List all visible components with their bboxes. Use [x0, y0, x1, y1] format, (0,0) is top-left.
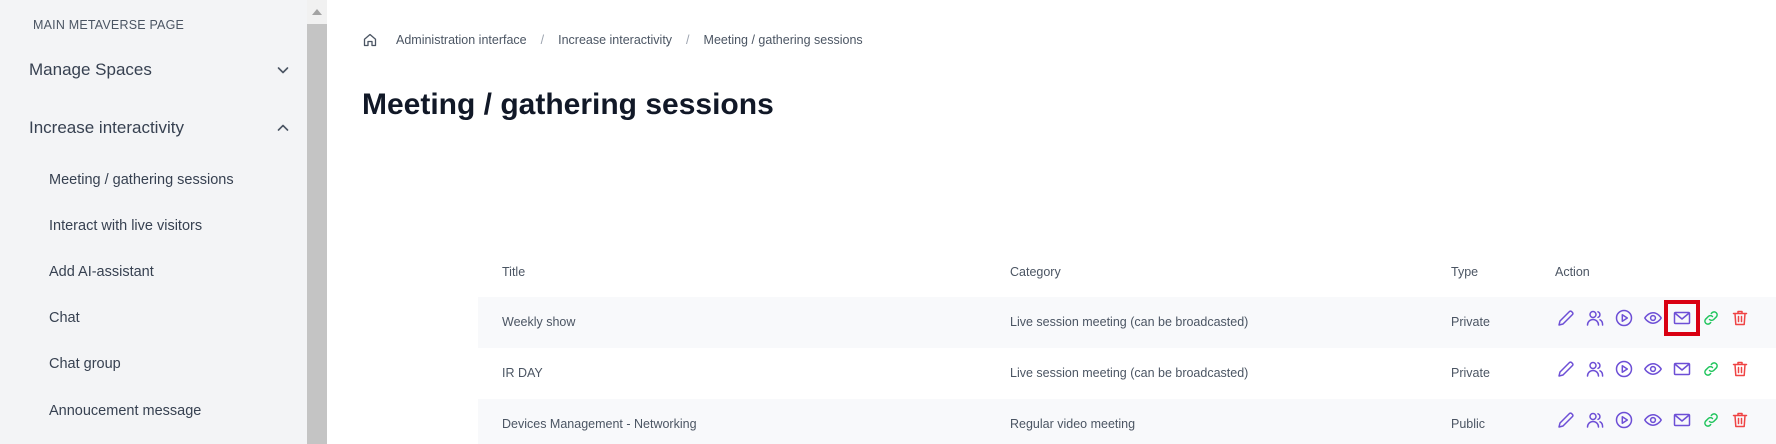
sidebar-item-chat-group[interactable]: Chat group — [49, 356, 121, 372]
row-actions — [1554, 408, 1757, 432]
link-icon[interactable] — [1699, 357, 1723, 381]
chevron-up-icon — [275, 120, 291, 136]
column-header-type: Type — [1451, 265, 1479, 279]
participants-icon[interactable] — [1583, 306, 1607, 330]
mail-icon[interactable] — [1664, 300, 1700, 336]
mail-icon[interactable] — [1670, 408, 1694, 432]
cell-title: Devices Management - Networking — [502, 417, 697, 431]
link-icon[interactable] — [1699, 306, 1723, 330]
breadcrumb: Administration interface / Increase inte… — [362, 32, 863, 48]
row-actions — [1554, 357, 1757, 381]
cell-type: Private — [1451, 315, 1490, 329]
link-icon[interactable] — [1699, 408, 1723, 432]
play-icon[interactable] — [1612, 408, 1636, 432]
participants-icon[interactable] — [1583, 408, 1607, 432]
breadcrumb-item-current: Meeting / gathering sessions — [703, 33, 863, 47]
sidebar: MAIN METAVERSE PAGE Manage Spaces Increa… — [0, 0, 307, 444]
sidebar-item-chat[interactable]: Chat — [49, 310, 80, 326]
cell-category: Regular video meeting — [1010, 417, 1136, 431]
table-header: Title Category Type Action — [478, 255, 1776, 297]
sidebar-scrollbar[interactable] — [307, 0, 327, 444]
delete-icon[interactable] — [1728, 306, 1752, 330]
menu-group-manage-spaces[interactable]: Manage Spaces — [29, 60, 291, 80]
edit-icon[interactable] — [1554, 306, 1578, 330]
table-row: Weekly show Live session meeting (can be … — [478, 297, 1776, 348]
column-header-title: Title — [502, 265, 526, 279]
play-icon[interactable] — [1612, 306, 1636, 330]
mail-icon[interactable] — [1670, 357, 1694, 381]
menu-group-label: Manage Spaces — [29, 60, 152, 79]
sidebar-item-announcement-message[interactable]: Annoucement message — [49, 403, 201, 419]
view-icon[interactable] — [1641, 306, 1665, 330]
breadcrumb-separator: / — [540, 33, 545, 47]
page-title: Meeting / gathering sessions — [362, 88, 774, 121]
table-row: IR DAY Live session meeting (can be broad… — [478, 348, 1776, 399]
breadcrumb-separator: / — [686, 33, 690, 47]
chevron-down-icon — [275, 62, 291, 78]
menu-group-label: Increase interactivity — [29, 118, 184, 137]
scroll-thumb[interactable] — [307, 24, 327, 444]
sidebar-item-add-ai-assistant[interactable]: Add AI-assistant — [49, 264, 154, 280]
edit-icon[interactable] — [1554, 357, 1578, 381]
participants-icon[interactable] — [1583, 357, 1607, 381]
view-icon[interactable] — [1641, 408, 1665, 432]
cell-type: Private — [1451, 366, 1490, 380]
table-row: Devices Management - Networking Regular v… — [478, 399, 1776, 444]
edit-icon[interactable] — [1554, 408, 1578, 432]
cell-category: Live session meeting (can be broadcasted… — [1010, 366, 1249, 380]
sidebar-item-interact-live-visitors[interactable]: Interact with live visitors — [49, 218, 202, 234]
breadcrumb-item-admin[interactable]: Administration interface — [396, 33, 527, 47]
menu-group-increase-interactivity[interactable]: Increase interactivity — [29, 118, 291, 138]
breadcrumb-item-interactivity[interactable]: Increase interactivity — [558, 33, 672, 47]
delete-icon[interactable] — [1728, 408, 1752, 432]
column-header-action: Action — [1555, 265, 1590, 279]
play-icon[interactable] — [1612, 357, 1636, 381]
home-icon[interactable] — [362, 32, 378, 48]
cell-title: IR DAY — [502, 366, 543, 380]
sessions-table: Title Category Type Action Weekly show Li… — [478, 255, 1776, 444]
cell-type: Public — [1451, 417, 1486, 431]
sidebar-heading: MAIN METAVERSE PAGE — [33, 18, 185, 32]
delete-icon[interactable] — [1728, 357, 1752, 381]
sidebar-item-meeting-sessions[interactable]: Meeting / gathering sessions — [49, 172, 234, 188]
view-icon[interactable] — [1641, 357, 1665, 381]
cell-title: Weekly show — [502, 315, 576, 329]
scroll-up-arrow-icon[interactable] — [307, 0, 327, 24]
row-actions — [1554, 300, 1757, 336]
column-header-category: Category — [1010, 265, 1061, 279]
cell-category: Live session meeting (can be broadcasted… — [1010, 315, 1249, 329]
